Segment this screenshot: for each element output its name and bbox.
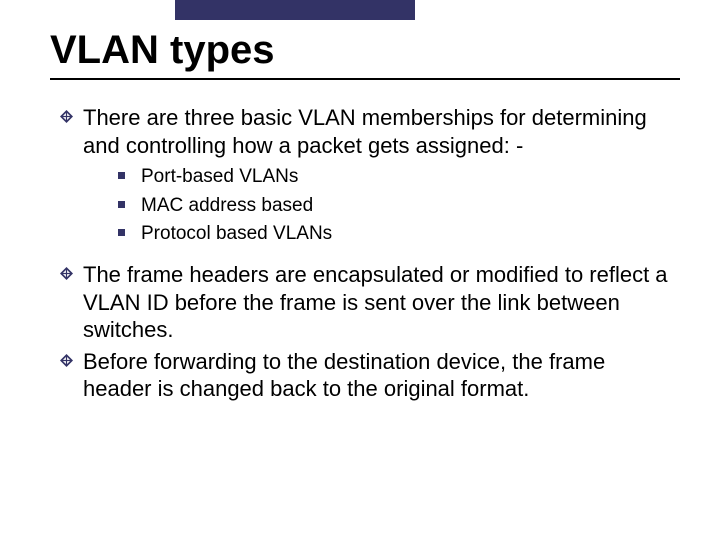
diamond-bullet-icon [60,110,73,123]
sub-list-item-text: MAC address based [141,194,313,219]
list-item-text: The frame headers are encapsulated or mo… [83,261,670,344]
title-area: VLAN types [50,28,680,80]
list-item: Before forwarding to the destination dev… [60,348,670,403]
square-bullet-icon [118,172,125,179]
sub-list-item: MAC address based [118,194,670,219]
accent-bar [175,0,415,20]
square-bullet-icon [118,201,125,208]
list-item-text: Before forwarding to the destination dev… [83,348,670,403]
list-item-text: There are three basic VLAN memberships f… [83,104,670,159]
sub-list-item-text: Port-based VLANs [141,165,298,190]
content-area: There are three basic VLAN memberships f… [60,104,670,407]
slide-title: VLAN types [50,28,680,72]
square-bullet-icon [118,229,125,236]
sub-list: Port-based VLANs MAC address based Proto… [118,165,670,247]
sub-list-item: Protocol based VLANs [118,222,670,247]
sub-list-item-text: Protocol based VLANs [141,222,332,247]
slide: VLAN types There are three basic VLAN me… [0,0,720,540]
sub-list-item: Port-based VLANs [118,165,670,190]
title-underline [50,78,680,80]
list-item: The frame headers are encapsulated or mo… [60,261,670,344]
diamond-bullet-icon [60,354,73,367]
diamond-bullet-icon [60,267,73,280]
list-item: There are three basic VLAN memberships f… [60,104,670,159]
